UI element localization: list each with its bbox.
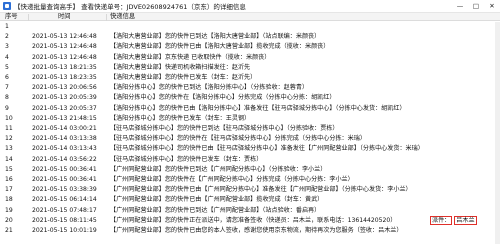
row-info: 【广州同配营业部】您的快件在【广州同配分拣中心】分拣完成（分拣中心分拣：李小兰）	[110, 176, 354, 183]
close-button[interactable]: ✕	[484, 0, 500, 11]
row-info: 【驻马店驿城分拣中心】您的快件已由【驻马店驿城分拣中心】准备发往【广州同配营业部…	[110, 145, 424, 153]
table-row[interactable]: 9 2021-05-13 20:05:37 【洛阳分拣中心】您的快件已由【洛阳分拣中…	[0, 104, 500, 114]
row-number: 21	[5, 227, 13, 234]
row-info: 【驻马店驿城分拣中心】您的快件在【驻马店驿城分拣中心】分拣完成（分拣中心分拣：米…	[110, 135, 366, 143]
row-number: 14	[5, 155, 13, 163]
row-number: 18	[5, 196, 13, 204]
row-time: 2021-05-13 20:05:39	[32, 94, 97, 102]
table-row[interactable]: 1	[0, 22, 500, 32]
maximize-button[interactable]: □	[468, 0, 484, 11]
row-time: 2021-05-15 08:11:45	[32, 216, 97, 224]
row-time: 2021-05-15 10:01:19	[32, 227, 97, 234]
row-info: 【广州同配营业部】您的快件已到达【广州同配分拣中心】（分拣验收：李小兰）	[110, 165, 327, 173]
row-time: 2021-05-15 07:48:17	[32, 206, 97, 214]
row-info: 【驻马店驿城分拣中心】您的快件已到达【驻马店驿城分拣中心】（分拣验收：贾栋）	[110, 125, 339, 132]
row-info: 【洛阳大唐营业部】您的快件已到达【洛阳大唐营业部】（站点联编：米颜丧）	[110, 33, 321, 41]
title-bar: 【快递批量查询高手】 查看快递单号：JDVE02608924761（京东）的详细…	[0, 0, 500, 11]
row-number: 3	[5, 43, 9, 51]
courier-label-box: 派件：	[430, 215, 453, 225]
row-number: 16	[5, 176, 13, 183]
row-number: 7	[5, 84, 9, 92]
table-row[interactable]: 2 2021-05-13 12:46:48 【洛阳大唐营业部】您的快件已到达【洛阳大…	[0, 32, 500, 42]
row-time: 2021-05-14 03:56:22	[32, 155, 97, 163]
row-info: 【广州同配营业部】您的快件已到达【广州同配营业部】（站点验收：番启再）	[110, 206, 321, 214]
row-info: 【洛阳大唐营业部】京东快递 已收取快件（揽收：米颜丧）	[110, 53, 271, 61]
table-row[interactable]: 11 2021-05-14 03:00:21 【驻马店驿城分拣中心】您的快件已到达【…	[0, 124, 500, 134]
table-row[interactable]: 13 2021-05-14 03:13:43 【驻马店驿城分拣中心】您的快件已由【驻…	[0, 144, 500, 154]
row-info: 【洛阳分拣中心】您的快件在【洛阳分拣中心】分拣完成（分拣中心分拣：胡凯红）	[110, 94, 336, 102]
table-row[interactable]: 16 2021-05-15 00:36:41 【广州同配营业部】您的快件在【广州同配…	[0, 175, 500, 185]
window-title: 【快递批量查询高手】 查看快递单号：JDVE02608924761（京东）的详细…	[14, 2, 246, 11]
row-number: 15	[5, 165, 13, 173]
row-info: 【洛阳大唐营业部】您的快件已由【洛阳大唐营业部】揽收完成（揽收：米颜丧）	[110, 43, 330, 51]
row-time: 2021-05-15 03:38:39	[32, 186, 97, 194]
row-time: 2021-05-14 03:13:43	[32, 145, 97, 153]
row-number: 12	[5, 135, 13, 143]
table-row[interactable]: 10 2021-05-13 21:48:15 【洛阳分拣中心】您的快件已发车（封车：…	[0, 114, 500, 124]
table-row[interactable]: 18 2021-05-15 06:14:14 【广州同配营业部】您的快件已由【广州同…	[0, 195, 500, 205]
column-divider[interactable]	[28, 14, 29, 21]
row-number: 2	[5, 33, 9, 41]
table-row[interactable]: 8 2021-05-13 20:05:39 【洛阳分拣中心】您的快件在【洛阳分拣中心…	[0, 93, 500, 103]
row-info: 【驻马店驿城分拣中心】您的快件已发车（封车：贾栋）	[110, 155, 263, 163]
row-number: 20	[5, 216, 13, 224]
row-time: 2021-05-15 00:36:41	[32, 165, 97, 173]
row-info: 【洛阳分拣中心】您的快件已到达【洛阳分拣中心】（分拣验收：赵蓉青）	[110, 84, 309, 92]
row-number: 17	[5, 186, 13, 194]
row-number: 8	[5, 94, 9, 102]
row-time: 2021-05-13 18:23:35	[32, 74, 97, 81]
row-number: 1	[5, 23, 9, 30]
row-info: 【洛阳分拣中心】您的快件已发车（封车：王灵钢）	[110, 114, 251, 122]
row-info: 【广州同配营业部】您的快件已由【广州同配营业部】揽收完成（封车：黄武）	[110, 196, 324, 204]
table-row[interactable]: 15 2021-05-15 00:36:41 【广州同配营业部】您的快件已到达【广州…	[0, 165, 500, 175]
row-time: 2021-05-13 12:46:48	[32, 53, 97, 61]
row-number: 19	[5, 206, 13, 214]
minimize-button[interactable]: —	[452, 0, 468, 11]
table-row[interactable]: 6 2021-05-13 18:23:35 【洛阳大唐营业部】您的快件已发车（封车：…	[0, 73, 500, 83]
row-info: 【洛阳分拣中心】您的快件已由【洛阳分拣中心】准备发往【驻马店驿城分拣中心】（分拣…	[110, 104, 406, 112]
column-header-time[interactable]: 时间	[58, 13, 71, 22]
row-info: 【洛阳大唐营业部】您的快件已发车（封车：赵沂先）	[110, 74, 257, 81]
table-row[interactable]: 20 2021-05-15 08:11:45 【广州同配营业部】您的快件正在派送中，…	[0, 215, 500, 226]
row-time: 2021-05-15 00:36:41	[32, 176, 97, 183]
row-number: 6	[5, 74, 9, 81]
row-info: 【洛阳大唐营业部】快递司机收箱扫描发往：赵沂先	[110, 63, 251, 71]
table-row[interactable]: 4 2021-05-13 12:46:48 【洛阳大唐营业部】京东快递 已收取快件（…	[0, 53, 500, 63]
table-row[interactable]: 17 2021-05-15 03:38:39 【广州同配营业部】您的快件已由【广州同…	[0, 185, 500, 195]
table-row[interactable]: 14 2021-05-14 03:56:22 【驻马店驿城分拣中心】您的快件已发车（…	[0, 155, 500, 165]
window-controls: — □ ✕	[452, 0, 500, 11]
table-row[interactable]: 12 2021-05-14 03:13:38 【驻马店驿城分拣中心】您的快件在【驻马…	[0, 134, 500, 144]
row-time: 2021-05-13 20:05:37	[32, 104, 97, 112]
row-info: 【广州同配营业部】您的快件正在派送中，请您准备签收（快递员：吕木兰，联系电话：1…	[110, 216, 397, 224]
table-row[interactable]: 21 2021-05-15 10:01:19 【广州同配营业部】您的快件已由您的本人…	[0, 226, 500, 236]
row-number: 9	[5, 104, 9, 112]
row-info: 【广州同配营业部】您的快件已由您的本人签收，感谢您使用京东物流，期待再次为您服务…	[110, 227, 403, 234]
row-number: 13	[5, 145, 13, 153]
row-time: 2021-05-13 20:06:56	[32, 84, 97, 92]
app-icon	[3, 1, 11, 10]
row-time: 2021-05-14 03:00:21	[32, 125, 97, 132]
row-time: 2021-05-15 06:14:14	[32, 196, 97, 204]
column-header-no[interactable]: 序号	[5, 13, 18, 22]
table-row[interactable]: 7 2021-05-13 20:06:56 【洛阳分拣中心】您的快件已到达【洛阳分拣…	[0, 83, 500, 93]
row-number: 4	[5, 53, 9, 61]
row-number: 10	[5, 114, 13, 122]
column-header-info[interactable]: 快递信息	[110, 13, 135, 22]
table-header: 序号 时间 快递信息	[0, 12, 500, 21]
row-info: 【广州同配营业部】您的快件已由【广州同配分拣中心】准备发往【广州同配营业部】（分…	[110, 186, 412, 194]
courier-name-box: 吕木兰	[454, 215, 477, 225]
row-time: 2021-05-13 12:46:48	[32, 33, 97, 41]
column-divider[interactable]	[106, 14, 107, 21]
row-number: 5	[5, 63, 9, 71]
table-row[interactable]: 19 2021-05-15 07:48:17 【广州同配营业部】您的快件已到达【广州…	[0, 206, 500, 216]
row-time: 2021-05-13 12:46:48	[32, 43, 97, 51]
row-time: 2021-05-14 03:13:38	[32, 135, 97, 143]
table-row[interactable]: 3 2021-05-13 12:46:48 【洛阳大唐营业部】您的快件已由【洛阳大唐…	[0, 42, 500, 52]
row-time: 2021-05-13 18:21:35	[32, 63, 97, 71]
vertical-scrollbar[interactable]	[495, 22, 500, 244]
row-number: 11	[5, 125, 13, 132]
row-time: 2021-05-13 21:48:15	[32, 114, 97, 122]
table-row[interactable]: 5 2021-05-13 18:21:35 【洛阳大唐营业部】快递司机收箱扫描发往：…	[0, 63, 500, 73]
courier-highlight: 派件： 吕木兰	[430, 215, 477, 226]
